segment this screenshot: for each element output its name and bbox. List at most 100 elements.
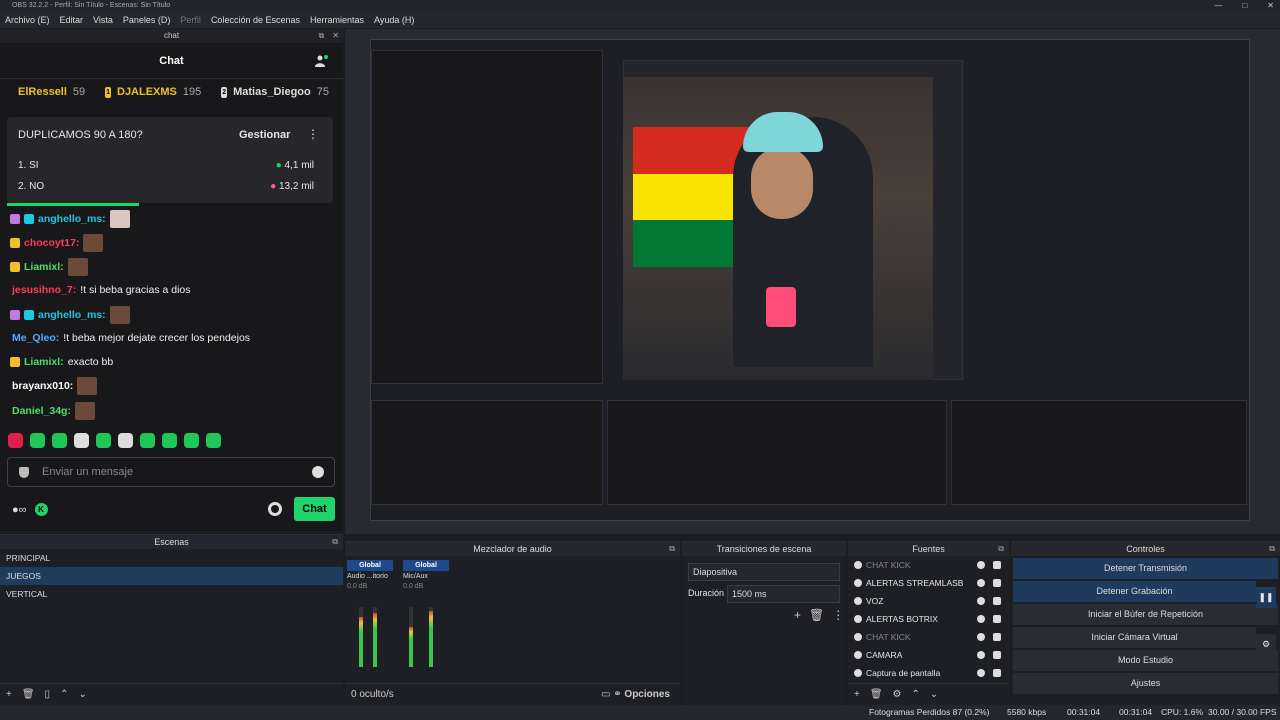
gear-icon[interactable]: ⚙	[1256, 634, 1276, 655]
chat-user[interactable]: Liamixl:	[24, 261, 64, 273]
pause-icon[interactable]: ❚❚	[1256, 587, 1276, 608]
trash-icon[interactable]: 🗑	[809, 608, 824, 622]
emote-icon[interactable]	[184, 433, 199, 448]
float-icon[interactable]: ⧉	[332, 535, 338, 549]
emote-icon[interactable]	[162, 433, 177, 448]
chat-user[interactable]: Liamixl:	[24, 356, 64, 368]
float-icon[interactable]: ⧉	[998, 542, 1004, 556]
add-icon[interactable]: +	[854, 689, 860, 700]
source-item[interactable]: VOZ	[848, 592, 1009, 610]
lock-icon[interactable]	[993, 561, 1001, 569]
eye-icon[interactable]	[977, 615, 985, 623]
maximize-icon[interactable]: □	[1242, 0, 1247, 11]
scene-item[interactable]: PRINCIPAL	[0, 549, 343, 567]
float-icon[interactable]: ⧉	[319, 29, 325, 43]
virtual-camera-button[interactable]: Iniciar Cámara Virtual	[1013, 627, 1256, 648]
chat-text: !t si beba gracias a dios	[80, 284, 191, 296]
link-icon[interactable]: ⚭	[613, 689, 621, 700]
menu-perfil[interactable]: Perfil	[175, 15, 206, 25]
menu-paneles[interactable]: Paneles (D)	[118, 15, 176, 25]
scene-item[interactable]: JUEGOS	[0, 567, 343, 585]
replay-buffer-button[interactable]: Iniciar el Búfer de Repetición	[1013, 604, 1278, 625]
eye-icon[interactable]	[977, 579, 985, 587]
lock-icon[interactable]	[993, 597, 1001, 605]
message-input[interactable]: Enviar un mensaje	[7, 457, 335, 487]
menu-archivo[interactable]: Archivo (E)	[0, 15, 55, 25]
move-down-icon[interactable]: ⌄	[930, 689, 938, 700]
channel-name[interactable]: Audio ...itorio	[347, 571, 393, 583]
emote-icon[interactable]	[96, 433, 111, 448]
source-item[interactable]: ALERTAS BOTRIX	[848, 610, 1009, 628]
source-item[interactable]: CAMARA	[848, 646, 1009, 664]
gear-icon[interactable]	[268, 502, 282, 516]
gear-icon[interactable]: ⚙	[893, 689, 902, 700]
filter-icon[interactable]: ▯	[45, 689, 51, 700]
menu-editar[interactable]: Editar	[55, 15, 89, 25]
eye-icon[interactable]	[977, 633, 985, 641]
points-icon[interactable]: ●∞	[12, 504, 27, 516]
stop-recording-button[interactable]: Detener Grabación	[1013, 581, 1256, 602]
scenes-dock: Escenas ⧉ PRINCIPAL JUEGOS VERTICAL + 🗑 ▯ ⌃ ⌄	[0, 534, 343, 705]
chat-user[interactable]: anghello_ms:	[38, 309, 106, 321]
eye-icon[interactable]	[977, 669, 985, 677]
minimize-icon[interactable]: —	[1214, 0, 1222, 11]
mixer-options[interactable]: Opciones	[624, 689, 670, 700]
emote-icon[interactable]	[140, 433, 155, 448]
chat-message: Me_Qleo: !t beba mejor dejate crecer los …	[12, 332, 250, 344]
eye-icon[interactable]	[977, 651, 985, 659]
stop-stream-button[interactable]: Detener Transmisión	[1013, 558, 1278, 579]
source-item[interactable]: ALERTAS STREAMLASB	[848, 574, 1009, 592]
eye-icon[interactable]	[977, 597, 985, 605]
float-icon[interactable]: ⧉	[1269, 542, 1275, 556]
lock-icon[interactable]	[993, 651, 1001, 659]
emote-icon[interactable]	[30, 433, 45, 448]
more-icon[interactable]: ⋮	[832, 608, 844, 622]
channel-name[interactable]: Mic/Aux	[403, 571, 449, 583]
chat-user[interactable]: brayanx010:	[12, 380, 73, 392]
menu-icon[interactable]: ▭	[601, 689, 610, 700]
poll-manage-button[interactable]: Gestionar	[239, 129, 290, 141]
source-item[interactable]: Captura de pantalla	[848, 664, 1009, 682]
close-icon[interactable]: ✕	[1267, 0, 1274, 11]
settings-button[interactable]: Ajustes	[1013, 673, 1278, 694]
source-item[interactable]: CHAT KICK	[848, 628, 1009, 646]
menu-ayuda[interactable]: Ayuda (H)	[369, 15, 419, 25]
lock-icon[interactable]	[993, 633, 1001, 641]
emote-icon[interactable]	[52, 433, 67, 448]
emote-icon[interactable]	[8, 433, 23, 448]
eye-icon[interactable]	[977, 561, 985, 569]
menu-herramientas[interactable]: Herramientas	[305, 15, 369, 25]
chat-user[interactable]: Me_Qleo:	[12, 332, 59, 344]
lock-icon[interactable]	[993, 579, 1001, 587]
emote-icon[interactable]	[118, 433, 133, 448]
more-icon[interactable]: ⋮	[307, 127, 319, 141]
trash-icon[interactable]: 🗑	[22, 689, 35, 700]
scene-item[interactable]: VERTICAL	[0, 585, 343, 603]
close-icon[interactable]: ✕	[332, 29, 339, 43]
chat-user[interactable]: jesusihno_7:	[12, 284, 76, 296]
float-icon[interactable]: ⧉	[669, 542, 675, 556]
kick-icon[interactable]: K	[34, 503, 48, 516]
menu-coleccion[interactable]: Colección de Escenas	[206, 15, 305, 25]
add-icon[interactable]: +	[794, 608, 801, 622]
emote-icon[interactable]	[74, 433, 89, 448]
duration-input[interactable]: 1500 ms	[727, 585, 840, 603]
move-down-icon[interactable]: ⌄	[78, 689, 86, 700]
users-icon[interactable]	[315, 54, 329, 68]
emote-icon[interactable]	[206, 433, 221, 448]
menu-vista[interactable]: Vista	[88, 15, 118, 25]
studio-mode-button[interactable]: Modo Estudio	[1013, 650, 1278, 671]
emoji-icon[interactable]	[312, 466, 324, 478]
transition-select[interactable]: Diapositiva	[688, 563, 840, 581]
chat-user[interactable]: anghello_ms:	[38, 213, 106, 225]
chat-user[interactable]: chocoyt17:	[24, 237, 79, 249]
lock-icon[interactable]	[993, 615, 1001, 623]
move-up-icon[interactable]: ⌃	[60, 689, 68, 700]
send-chat-button[interactable]: Chat	[294, 497, 335, 521]
add-icon[interactable]: +	[6, 689, 12, 700]
chat-user[interactable]: Daniel_34g:	[12, 405, 71, 417]
move-up-icon[interactable]: ⌃	[912, 689, 920, 700]
source-item[interactable]: CHAT KICK	[848, 556, 1009, 574]
trash-icon[interactable]: 🗑	[870, 689, 883, 700]
lock-icon[interactable]	[993, 669, 1001, 677]
